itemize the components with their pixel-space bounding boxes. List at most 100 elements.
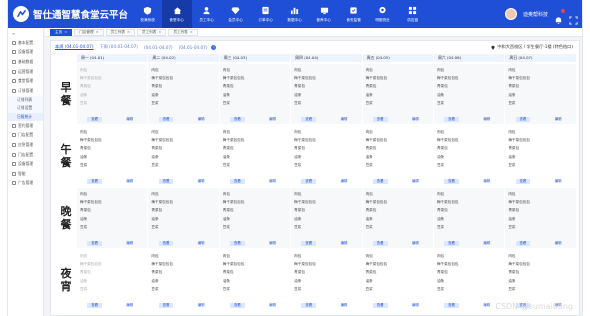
view-button[interactable]: 查看 — [87, 116, 102, 122]
tab-2[interactable]: 员工列表 × — [105, 28, 135, 36]
nav-item-8[interactable]: 明厨亮灶 — [368, 0, 397, 28]
sidebar-subitem[interactable]: 日报统计 — [8, 112, 43, 122]
edit-button[interactable]: 编辑 — [479, 241, 494, 247]
edit-button[interactable]: 编辑 — [194, 117, 209, 123]
sidebar-item[interactable]: 广告管理 — [8, 179, 43, 189]
edit-button[interactable]: 编辑 — [408, 303, 423, 309]
view-button[interactable]: 查看 — [158, 302, 174, 308]
close-icon[interactable]: × — [64, 30, 67, 34]
nav-item-0[interactable]: 校满系统 — [133, 0, 162, 28]
close-icon[interactable]: × — [158, 30, 161, 34]
view-button[interactable]: 查看 — [515, 178, 531, 184]
edit-button[interactable]: 编辑 — [337, 303, 352, 309]
view-button[interactable]: 查看 — [158, 116, 174, 122]
view-button[interactable]: 查看 — [444, 178, 459, 184]
edit-button[interactable]: 编辑 — [194, 303, 209, 309]
edit-button[interactable]: 编辑 — [122, 241, 137, 247]
edit-button[interactable]: 编辑 — [337, 117, 352, 123]
user-name[interactable]: 迪奥帮科技 — [523, 11, 548, 18]
view-button[interactable]: 查看 — [301, 302, 317, 308]
view-button[interactable]: 查看 — [301, 178, 317, 184]
sidebar-item[interactable]: 门店配置 — [8, 131, 43, 141]
sidebar-item[interactable]: 应急管理 — [8, 140, 43, 150]
close-icon[interactable]: × — [190, 30, 193, 34]
tab-1[interactable]: 门店管理 × — [74, 28, 104, 36]
info-icon[interactable]: i — [211, 44, 217, 50]
edit-button[interactable]: 编辑 — [479, 117, 494, 123]
sidebar-item[interactable]: 签约管理 — [8, 121, 43, 131]
view-button[interactable]: 查看 — [444, 302, 459, 308]
view-button[interactable]: 查看 — [515, 116, 531, 122]
avatar[interactable] — [504, 8, 517, 20]
edit-button[interactable]: 编辑 — [265, 241, 280, 247]
edit-button[interactable]: 编辑 — [122, 179, 137, 185]
close-icon[interactable]: × — [127, 30, 130, 34]
view-button[interactable]: 查看 — [301, 240, 317, 246]
edit-button[interactable]: 编辑 — [337, 179, 352, 185]
close-icon[interactable]: × — [96, 30, 99, 34]
sidebar-item[interactable]: 基本配置 — [8, 38, 43, 48]
menu-toggle-icon[interactable]: ≡ — [8, 28, 43, 38]
view-button[interactable]: 查看 — [87, 302, 102, 308]
edit-button[interactable]: 编辑 — [265, 303, 280, 309]
nav-item-7[interactable]: 食安监管 — [339, 0, 368, 28]
sidebar-subitem[interactable]: 订餐列表 — [8, 95, 43, 105]
view-button[interactable]: 查看 — [229, 302, 245, 308]
nav-item-1[interactable]: 食堂中心 — [162, 0, 192, 28]
sidebar-item[interactable]: 运营管理 — [8, 67, 43, 77]
view-button[interactable]: 查看 — [444, 240, 459, 246]
view-button[interactable]: 查看 — [372, 240, 388, 246]
tab-3[interactable]: 员工列表 × — [136, 28, 167, 36]
edit-button[interactable]: 编辑 — [408, 179, 423, 185]
sidebar-item[interactable]: 设备管理 — [8, 48, 43, 58]
edit-button[interactable]: 编辑 — [479, 179, 494, 185]
app-logo[interactable]: 智仕通智慧食堂云平台 — [8, 6, 133, 22]
sidebar-item[interactable]: 智能 — [8, 169, 43, 179]
edit-button[interactable]: 编辑 — [122, 117, 137, 123]
view-button[interactable]: 查看 — [444, 116, 459, 122]
edit-button[interactable]: 编辑 — [479, 303, 494, 309]
week-option[interactable]: 本周 (04.01-04.07) — [55, 44, 93, 50]
week-option[interactable]: 下周 (04.01-04.07) — [99, 44, 137, 50]
view-button[interactable]: 查看 — [301, 116, 317, 122]
sidebar-item[interactable]: 设备管理 — [8, 159, 43, 169]
view-button[interactable]: 查看 — [372, 302, 388, 308]
edit-button[interactable]: 编辑 — [265, 117, 280, 123]
sidebar-item[interactable]: 基础数据 — [8, 57, 43, 67]
sidebar-item[interactable]: 门店配置 — [8, 150, 43, 160]
nav-item-9[interactable]: 供应链 — [398, 0, 427, 28]
view-button[interactable]: 查看 — [372, 178, 388, 184]
view-button[interactable]: 查看 — [229, 240, 245, 246]
view-button[interactable]: 查看 — [158, 178, 174, 184]
sidebar-item[interactable]: 食堂管理 — [8, 76, 43, 86]
tab-4[interactable]: 员工列表 × — [168, 28, 198, 36]
sidebar-subitem[interactable]: 订餐设置 — [8, 104, 43, 113]
nav-item-2[interactable]: 员工中心 — [192, 0, 221, 28]
view-button[interactable]: 查看 — [229, 178, 245, 184]
view-button[interactable]: 查看 — [158, 240, 174, 246]
view-button[interactable]: 查看 — [87, 240, 102, 246]
nav-item-4[interactable]: 订单中心 — [251, 0, 280, 28]
week-option[interactable]: (04.01-04.07) — [179, 45, 208, 50]
sidebar-item[interactable]: 订餐管理 — [8, 86, 43, 96]
view-button[interactable]: 查看 — [229, 116, 245, 122]
edit-button[interactable]: 编辑 — [337, 241, 352, 247]
edit-button[interactable]: 编辑 — [265, 179, 280, 185]
edit-button[interactable]: 编辑 — [122, 303, 137, 309]
view-button[interactable]: 查看 — [87, 178, 102, 184]
nav-item-6[interactable]: 营养中心 — [309, 0, 338, 28]
bell-icon[interactable] — [554, 8, 565, 24]
nav-item-3[interactable]: 会员中心 — [221, 0, 250, 28]
edit-button[interactable]: 编辑 — [194, 179, 209, 185]
edit-button[interactable]: 编辑 — [408, 241, 423, 247]
edit-button[interactable]: 编辑 — [408, 117, 423, 123]
tab-0[interactable]: 主页 × — [50, 28, 73, 36]
expand-icon[interactable] — [569, 10, 578, 25]
view-button[interactable]: 查看 — [372, 116, 388, 122]
week-option[interactable]: (04.01-04.07) — [144, 45, 173, 50]
edit-button[interactable]: 编辑 — [551, 241, 566, 247]
nav-item-5[interactable]: 数据中心 — [280, 0, 309, 28]
edit-button[interactable]: 编辑 — [194, 241, 209, 247]
view-button[interactable]: 查看 — [515, 240, 531, 246]
edit-button[interactable]: 编辑 — [551, 179, 566, 185]
